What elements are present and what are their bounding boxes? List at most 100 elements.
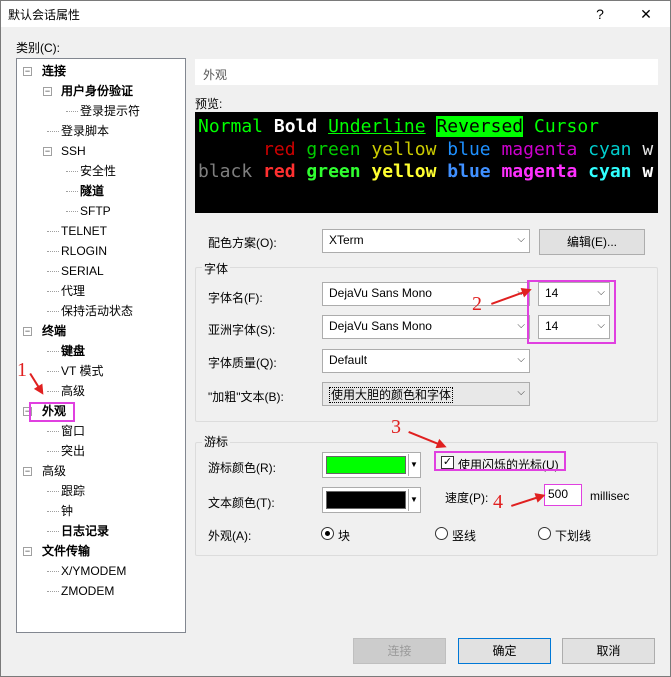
tree-item[interactable]: SFTP [80,202,111,220]
tree-expander-icon[interactable]: − [23,547,32,556]
tree-item[interactable]: 登录脚本 [61,122,109,140]
tree-item[interactable]: 钟 [61,502,73,520]
tree-item[interactable]: X/YMODEM [61,562,126,580]
tree-item[interactable]: 登录提示符 [80,102,140,120]
tree-item[interactable]: 突出 [61,442,85,460]
color-scheme-select[interactable]: XTerm ⌵ [322,229,530,253]
close-button[interactable]: ✕ [631,3,661,25]
radio-block[interactable] [321,527,334,540]
tree-item[interactable]: 保持活动状态 [61,302,133,320]
chevron-down-icon: ⌵ [517,354,525,365]
category-tree[interactable]: 连接 − 用户身份验证 − 登录提示符 登录脚本 SSH − 安全性 隧道 SFTP TELNET RL… [16,58,186,633]
preview-segment: magenta [501,139,589,160]
connect-button[interactable]: 连接 [353,638,446,664]
tree-item[interactable]: RLOGIN [61,242,107,260]
radio-underline[interactable] [538,527,551,540]
tree-item[interactable]: 安全性 [80,162,116,180]
preview-segment [426,116,437,137]
tree-item[interactable]: 终端 [42,322,66,340]
preview-segment: yellow [371,139,448,160]
preview-line-3: black red green yellow blue magenta cyan… [198,161,653,183]
tree-item[interactable]: 键盘 [61,342,85,360]
tree-connector [47,251,59,252]
tree-item[interactable]: 用户身份验证 [61,82,133,100]
cancel-button[interactable]: 取消 [562,638,655,664]
tree-item[interactable]: ZMODEM [61,582,114,600]
tree-connector [47,371,59,372]
speed-input[interactable]: 500 [544,484,582,506]
asian-font-value: DejaVu Sans Mono [329,319,432,333]
tree-item[interactable]: 日志记录 [61,522,109,540]
font-name-value: DejaVu Sans Mono [329,286,432,300]
title-bar: 默认会话属性 ? ✕ [1,1,670,27]
color-scheme-label: 配色方案(O): [208,236,277,250]
bold-text-value: 使用大胆的颜色和字体 [329,387,454,403]
annotation-number-4: 4 [493,491,503,513]
tree-item[interactable]: SERIAL [61,262,104,280]
bold-text-select[interactable]: 使用大胆的颜色和字体 ⌵ [322,382,530,406]
tree-item[interactable]: 代理 [61,282,85,300]
annotation-box-1 [29,402,75,422]
tree-connector [47,531,59,532]
tree-connector [47,491,59,492]
session-properties-dialog: 默认会话属性 ? ✕ 类别(C): 连接 − 用户身份验证 − 登录提示符 登录脚本 SSH… [0,0,671,677]
tree-item[interactable]: 窗口 [61,422,85,440]
preview-label: 预览: [195,97,223,111]
tree-item[interactable]: 跟踪 [61,482,85,500]
speed-label: 速度(P): [445,491,489,505]
tree-expander-icon[interactable]: − [43,147,52,156]
font-group-title: 字体 [202,260,231,277]
preview-segment: w [642,161,654,182]
tree-connector [47,311,59,312]
tree-item[interactable]: SSH [61,142,86,160]
tree-connector [47,591,59,592]
preview-segment: Reversed [436,116,524,137]
preview-segment: blue [447,139,502,160]
cursor-appearance-label: 外观(A): [208,529,252,543]
preview-line-2: red green yellow blue magenta cyan w [198,139,653,161]
preview-segment: cyan [588,161,643,182]
bold-text-label: "加粗"文本(B): [208,390,284,404]
help-button[interactable]: ? [585,3,615,25]
edit-scheme-button[interactable]: 编辑(E)... [539,229,645,255]
preview-segment: green [306,139,372,160]
tree-connector [47,451,59,452]
tree-item[interactable]: 文件传输 [42,542,90,560]
tree-connector [47,271,59,272]
cursor-color-label: 游标颜色(R): [208,461,276,475]
tree-connector [47,351,59,352]
tree-expander-icon[interactable]: − [23,327,32,336]
tree-connector [66,191,78,192]
tree-expander-icon[interactable]: − [23,67,32,76]
cursor-color-picker[interactable]: ▼ [322,452,421,478]
tree-item[interactable]: 连接 [42,62,66,80]
preview-segment: Bold [273,116,318,137]
text-color-picker[interactable]: ▼ [322,487,421,513]
panel-header: 外观 [195,59,658,85]
annotation-number-1: 1 [17,359,27,381]
tree-item[interactable]: VT 模式 [61,362,103,380]
preview-segment: black [198,161,264,182]
font-name-select[interactable]: DejaVu Sans Mono ⌵ [322,282,530,306]
radio-underline-label: 下划线 [555,529,592,543]
speed-unit: millisec [590,489,630,503]
ok-button[interactable]: 确定 [458,638,551,664]
text-color-swatch [326,491,406,509]
tree-item[interactable]: 高级 [42,462,66,480]
cursor-group-title: 游标 [202,433,231,450]
radio-vertical-bar[interactable] [435,527,448,540]
font-quality-select[interactable]: Default ⌵ [322,349,530,373]
tree-expander-icon[interactable]: − [43,87,52,96]
text-color-label: 文本颜色(T): [208,496,275,510]
tree-item[interactable]: TELNET [61,222,107,240]
annotation-box-3 [434,451,566,471]
tree-item[interactable]: 隧道 [80,182,104,200]
cursor-color-swatch [326,456,406,474]
asian-font-select[interactable]: DejaVu Sans Mono ⌵ [322,315,530,339]
preview-segment: blue [447,161,502,182]
radio-vertical-bar-label: 竖线 [452,529,477,543]
annotation-number-3: 3 [391,416,401,438]
tree-expander-icon[interactable]: − [23,467,32,476]
category-label: 类别(C): [16,41,60,55]
tree-item[interactable]: 高级 [61,382,85,400]
